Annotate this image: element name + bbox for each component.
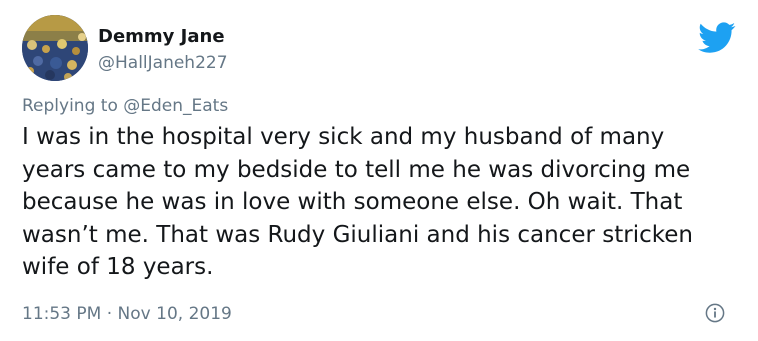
user-handle[interactable]: @HallJaneh227 bbox=[98, 52, 228, 74]
twitter-bird-icon[interactable] bbox=[698, 22, 736, 54]
replying-to-label: Replying to bbox=[22, 96, 124, 116]
avatar-image bbox=[22, 15, 88, 81]
tweet-text: I was in the hospital very sick and my h… bbox=[22, 124, 693, 280]
display-name[interactable]: Demmy Jane bbox=[98, 26, 225, 48]
reply-mention-link[interactable]: @Eden_Eats bbox=[123, 96, 228, 116]
tweet-card: Demmy Jane @HallJaneh227 Replying to @Ed… bbox=[0, 0, 758, 341]
tweet-time: 11:53 PM bbox=[22, 304, 102, 324]
avatar[interactable] bbox=[22, 15, 88, 81]
info-icon[interactable] bbox=[705, 303, 725, 323]
meta-separator: · bbox=[101, 304, 118, 324]
tweet-timestamp[interactable]: 11:53 PM · Nov 10, 2019 bbox=[22, 303, 232, 325]
tweet-date: Nov 10, 2019 bbox=[117, 304, 232, 324]
replying-to: Replying to @Eden_Eats bbox=[22, 95, 228, 117]
